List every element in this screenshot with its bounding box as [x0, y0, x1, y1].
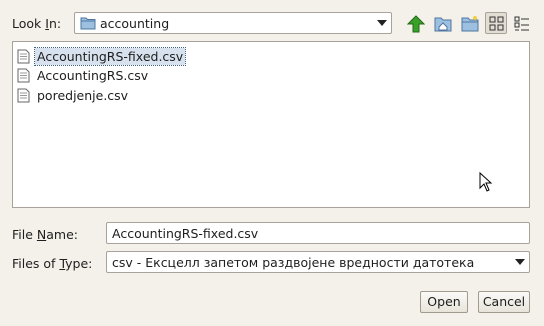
- look-in-value: accounting: [100, 16, 170, 31]
- mouse-pointer-icon: [479, 171, 493, 195]
- chevron-down-icon[interactable]: [515, 259, 525, 265]
- details-view-button[interactable]: [510, 12, 532, 34]
- document-icon: [17, 49, 30, 67]
- look-in-label: Look In:: [12, 16, 62, 31]
- document-icon: [17, 88, 30, 106]
- folder-icon: [80, 16, 96, 33]
- up-folder-button[interactable]: [404, 12, 426, 34]
- file-name-label: AccountingRS.csv: [37, 68, 149, 83]
- look-in-combo[interactable]: accounting: [74, 12, 392, 34]
- open-button[interactable]: Open: [420, 291, 468, 313]
- document-icon: [17, 68, 30, 86]
- file-item[interactable]: poredjenje.csv: [15, 87, 130, 105]
- file-name-label: poredjenje.csv: [37, 88, 129, 103]
- files-of-type-value: csv - Ексцелл запетом раздвојене вреднос…: [112, 255, 475, 270]
- new-folder-button[interactable]: [458, 12, 480, 34]
- list-view-button[interactable]: [485, 12, 507, 34]
- files-of-type-select[interactable]: csv - Ексцелл запетом раздвојене вреднос…: [106, 251, 530, 273]
- chevron-down-icon[interactable]: [377, 20, 387, 26]
- file-name-label: AccountingRS-fixed.csv: [33, 47, 187, 66]
- file-name-label-text: File Name:: [12, 227, 78, 242]
- file-name-value: AccountingRS-fixed.csv: [112, 226, 259, 241]
- file-item[interactable]: AccountingRS.csv: [15, 67, 150, 85]
- home-folder-button[interactable]: [431, 12, 453, 34]
- files-of-type-label: Files of Type:: [12, 256, 93, 271]
- file-name-input[interactable]: AccountingRS-fixed.csv: [106, 222, 530, 244]
- file-list[interactable]: AccountingRS-fixed.csv AccountingRS.csv …: [12, 41, 530, 208]
- cancel-button[interactable]: Cancel: [478, 291, 530, 313]
- file-item[interactable]: AccountingRS-fixed.csv: [15, 47, 187, 67]
